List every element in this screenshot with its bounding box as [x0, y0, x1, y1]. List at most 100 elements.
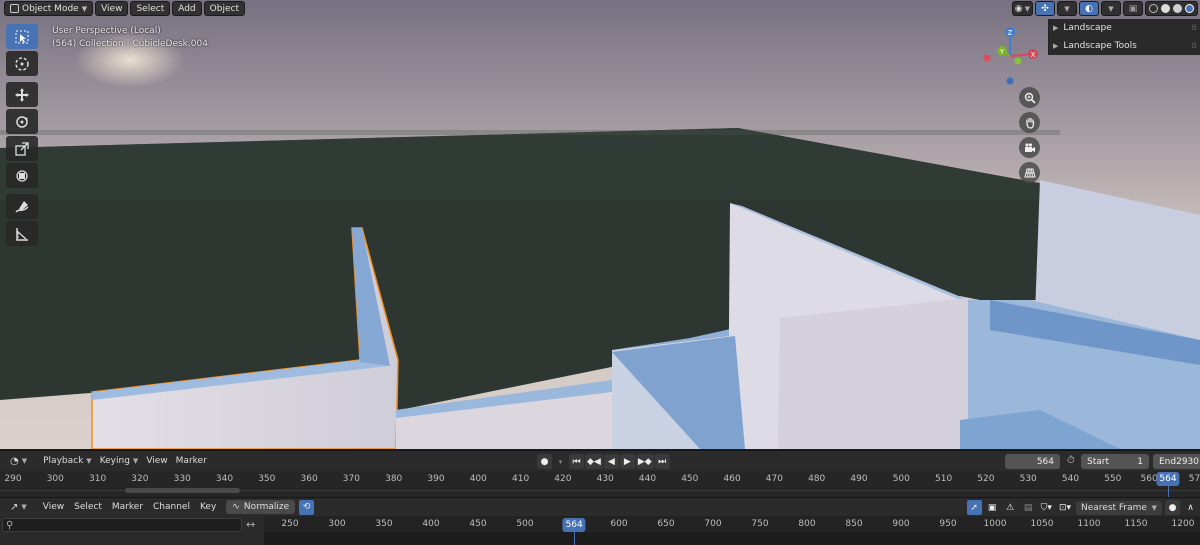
view-name: User Perspective (Local)	[52, 26, 161, 36]
normalize-toggle[interactable]: ∿ Normalize	[226, 500, 296, 514]
jump-start-icon[interactable]: ⏮	[569, 454, 584, 469]
graph-tick-label: 450	[469, 519, 487, 529]
timeline-tick-label: 460	[723, 474, 741, 484]
graph-tick-label: 250	[281, 519, 299, 529]
viewport-header-right: ◉ ▼ ✣ ▼ ◐ ▼ ▣	[1011, 0, 1200, 17]
menu-marker[interactable]: Marker	[172, 454, 211, 469]
graph-menu-key[interactable]: Key	[196, 500, 220, 515]
drag-handle-icon[interactable]: ⁞⁞⁞	[1191, 41, 1197, 50]
menu-playback[interactable]: Playback ▼	[39, 454, 96, 469]
graph-editor-type-select[interactable]: ↗ ▼	[6, 500, 31, 515]
graph-menu-channel[interactable]: Channel	[149, 500, 194, 515]
prev-keyframe-icon[interactable]: ◆◀	[585, 454, 603, 469]
record-options-icon[interactable]: ▾	[553, 454, 568, 469]
new-collection-icon[interactable]: ▤	[1020, 500, 1036, 515]
rotate-icon[interactable]	[6, 109, 38, 134]
graph-tick-label: 950	[939, 519, 957, 529]
auto-normalize-icon[interactable]: ⟲	[299, 499, 315, 515]
graph-editor-ruler[interactable]: ⚲ ↔ 250300350400450500550600650700750800…	[0, 516, 1200, 545]
shading-group	[1145, 1, 1198, 16]
solid-shading-icon[interactable]	[1161, 4, 1170, 13]
stopwatch-icon[interactable]: ⏱	[1067, 455, 1075, 466]
pan-hand-icon[interactable]	[1019, 112, 1040, 133]
zoom-icon[interactable]	[1019, 87, 1040, 108]
proportional-edit-icon[interactable]: ●	[1165, 500, 1180, 515]
pivot-icon[interactable]: ⊡▾	[1056, 500, 1073, 515]
measure-icon[interactable]	[6, 221, 38, 246]
timeline-scrollbar[interactable]	[125, 488, 240, 493]
menu-add[interactable]: Add	[172, 1, 202, 16]
graph-header-right: ➚ ▣ ⚠ ▤ ⛉▾ ⊡▾ Nearest Frame ▼ ● ∧	[966, 500, 1200, 515]
drag-handle-icon[interactable]: ⁞⁞⁞	[1191, 23, 1197, 32]
graph-menu-select[interactable]: Select	[70, 500, 106, 515]
timeline-ruler[interactable]: 290 300 310 320 330 340 350 360 370 380 390 400 410 4…	[0, 471, 1200, 497]
next-keyframe-icon[interactable]: ▶◆	[635, 454, 654, 469]
menu-timeline-view[interactable]: View	[142, 454, 171, 469]
snap-mode-select[interactable]: Nearest Frame ▼	[1076, 500, 1162, 515]
search-input[interactable]	[17, 520, 238, 530]
timeline-tick-label: 310	[89, 474, 107, 484]
eye-icon: ◉	[1014, 3, 1023, 14]
end-frame-field[interactable]: End 2930	[1153, 454, 1200, 469]
show-hidden-icon[interactable]: ▣	[984, 500, 1000, 515]
editor-type-select[interactable]: ◔ ▼	[6, 454, 31, 469]
graph-tick-label: 1200	[1171, 519, 1195, 529]
xray-toggle[interactable]: ▣	[1123, 1, 1143, 16]
channel-search[interactable]: ⚲	[2, 518, 242, 532]
3d-viewport[interactable]: Object Mode ▼ View Select Add Object Use…	[0, 0, 1200, 449]
rendered-shading-icon[interactable]	[1185, 4, 1194, 13]
timeline-tick-label: 490	[850, 474, 868, 484]
graph-menu-view[interactable]: View	[39, 500, 68, 515]
graph-tick-label: 1050	[1030, 519, 1054, 529]
timeline-tick-label: 290	[4, 474, 22, 484]
falloff-icon[interactable]: ∧	[1183, 500, 1198, 515]
graph-canvas[interactable]	[264, 532, 1200, 545]
object-mode-icon	[10, 4, 19, 13]
gizmo-toggle[interactable]: ✣	[1035, 1, 1055, 16]
menu-object[interactable]: Object	[203, 1, 245, 16]
play-icon[interactable]: ▶	[619, 454, 635, 469]
only-selected-icon[interactable]: ➚	[966, 500, 982, 515]
start-frame-field[interactable]: Start 1	[1081, 454, 1149, 469]
resize-arrow-icon[interactable]: ↔	[246, 518, 255, 531]
jump-end-icon[interactable]: ⏭	[654, 454, 670, 469]
play-reverse-icon[interactable]: ◀	[603, 454, 619, 469]
neg-z-axis-handle[interactable]	[1006, 77, 1014, 85]
timeline-tick-label: 510	[935, 474, 953, 484]
mode-select[interactable]: Object Mode ▼	[4, 1, 94, 16]
playhead-badge[interactable]: 564	[1156, 472, 1180, 486]
scale-icon[interactable]	[6, 136, 38, 161]
record-icon[interactable]: ●	[537, 454, 552, 469]
neg-y-axis-handle[interactable]	[1014, 57, 1022, 65]
only-errors-icon[interactable]: ⚠	[1002, 500, 1018, 515]
annotate-icon[interactable]	[6, 194, 38, 219]
navigation-gizmo[interactable]: Z X Y	[978, 24, 1042, 88]
neg-x-axis-handle[interactable]	[983, 54, 991, 62]
menu-keying-label: Keying	[99, 456, 130, 466]
graph-tick-label: 1000	[983, 519, 1007, 529]
panel-landscape-tools[interactable]: ▶ Landscape Tools ⁞⁞⁞	[1049, 37, 1200, 55]
overlay-dropdown[interactable]: ▼	[1101, 1, 1121, 16]
select-box-icon[interactable]	[6, 24, 38, 49]
panel-landscape-tools-label: Landscape Tools	[1063, 40, 1137, 51]
cursor-icon[interactable]	[6, 51, 38, 76]
menu-select[interactable]: Select	[130, 1, 171, 16]
transform-icon[interactable]	[6, 163, 38, 188]
menu-keying[interactable]: Keying ▼	[96, 454, 143, 469]
menu-view[interactable]: View	[95, 1, 129, 16]
graph-tick-label: 1150	[1124, 519, 1148, 529]
graph-menu-marker[interactable]: Marker	[108, 500, 147, 515]
camera-view-icon[interactable]	[1019, 137, 1040, 158]
gizmo-dropdown[interactable]: ▼	[1057, 1, 1077, 16]
current-frame-field[interactable]: 564	[1005, 454, 1060, 469]
filter-icon[interactable]: ⛉▾	[1038, 500, 1054, 515]
panel-landscape[interactable]: ▶ Landscape ⁞⁞⁞	[1049, 19, 1200, 37]
perspective-grid-icon[interactable]	[1019, 162, 1040, 183]
move-icon[interactable]	[6, 82, 38, 107]
wireframe-shading-icon[interactable]	[1149, 4, 1158, 13]
visibility-toggle[interactable]: ◉ ▼	[1011, 1, 1033, 16]
sidebar-panel: ▶ Landscape ⁞⁞⁞ ▶ Landscape Tools ⁞⁞⁞	[1048, 19, 1200, 55]
material-shading-icon[interactable]	[1173, 4, 1182, 13]
overlay-toggle[interactable]: ◐	[1079, 1, 1099, 16]
graph-playhead-badge[interactable]: 564	[562, 518, 586, 532]
